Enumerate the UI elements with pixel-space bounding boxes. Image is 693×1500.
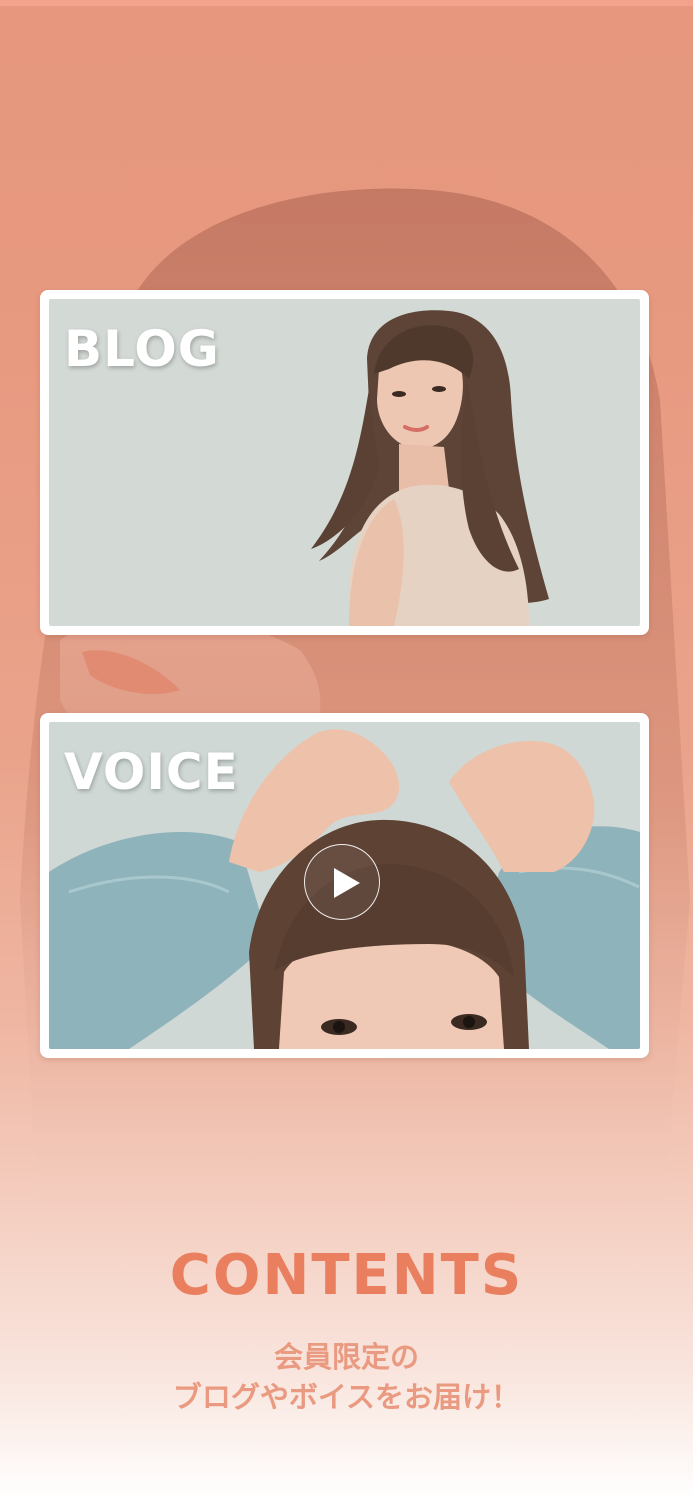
contents-heading: CONTENTS xyxy=(169,1243,524,1308)
contents-description: 会員限定の ブログやボイスをお届け！ xyxy=(0,1337,693,1417)
contents-page: BLOG VOICE CONTENTS 会員限定の ブログやボイスをお届け！ xyxy=(0,0,693,1500)
voice-title: VOICE xyxy=(64,743,239,801)
play-icon xyxy=(334,868,360,898)
play-button[interactable] xyxy=(304,844,380,920)
contents-description-line1: 会員限定の xyxy=(273,1340,419,1374)
voice-card[interactable]: VOICE xyxy=(40,713,649,1058)
blog-card[interactable]: BLOG xyxy=(40,290,649,635)
contents-description-line2: ブログやボイスをお届け！ xyxy=(172,1380,521,1414)
blog-title: BLOG xyxy=(64,320,220,378)
